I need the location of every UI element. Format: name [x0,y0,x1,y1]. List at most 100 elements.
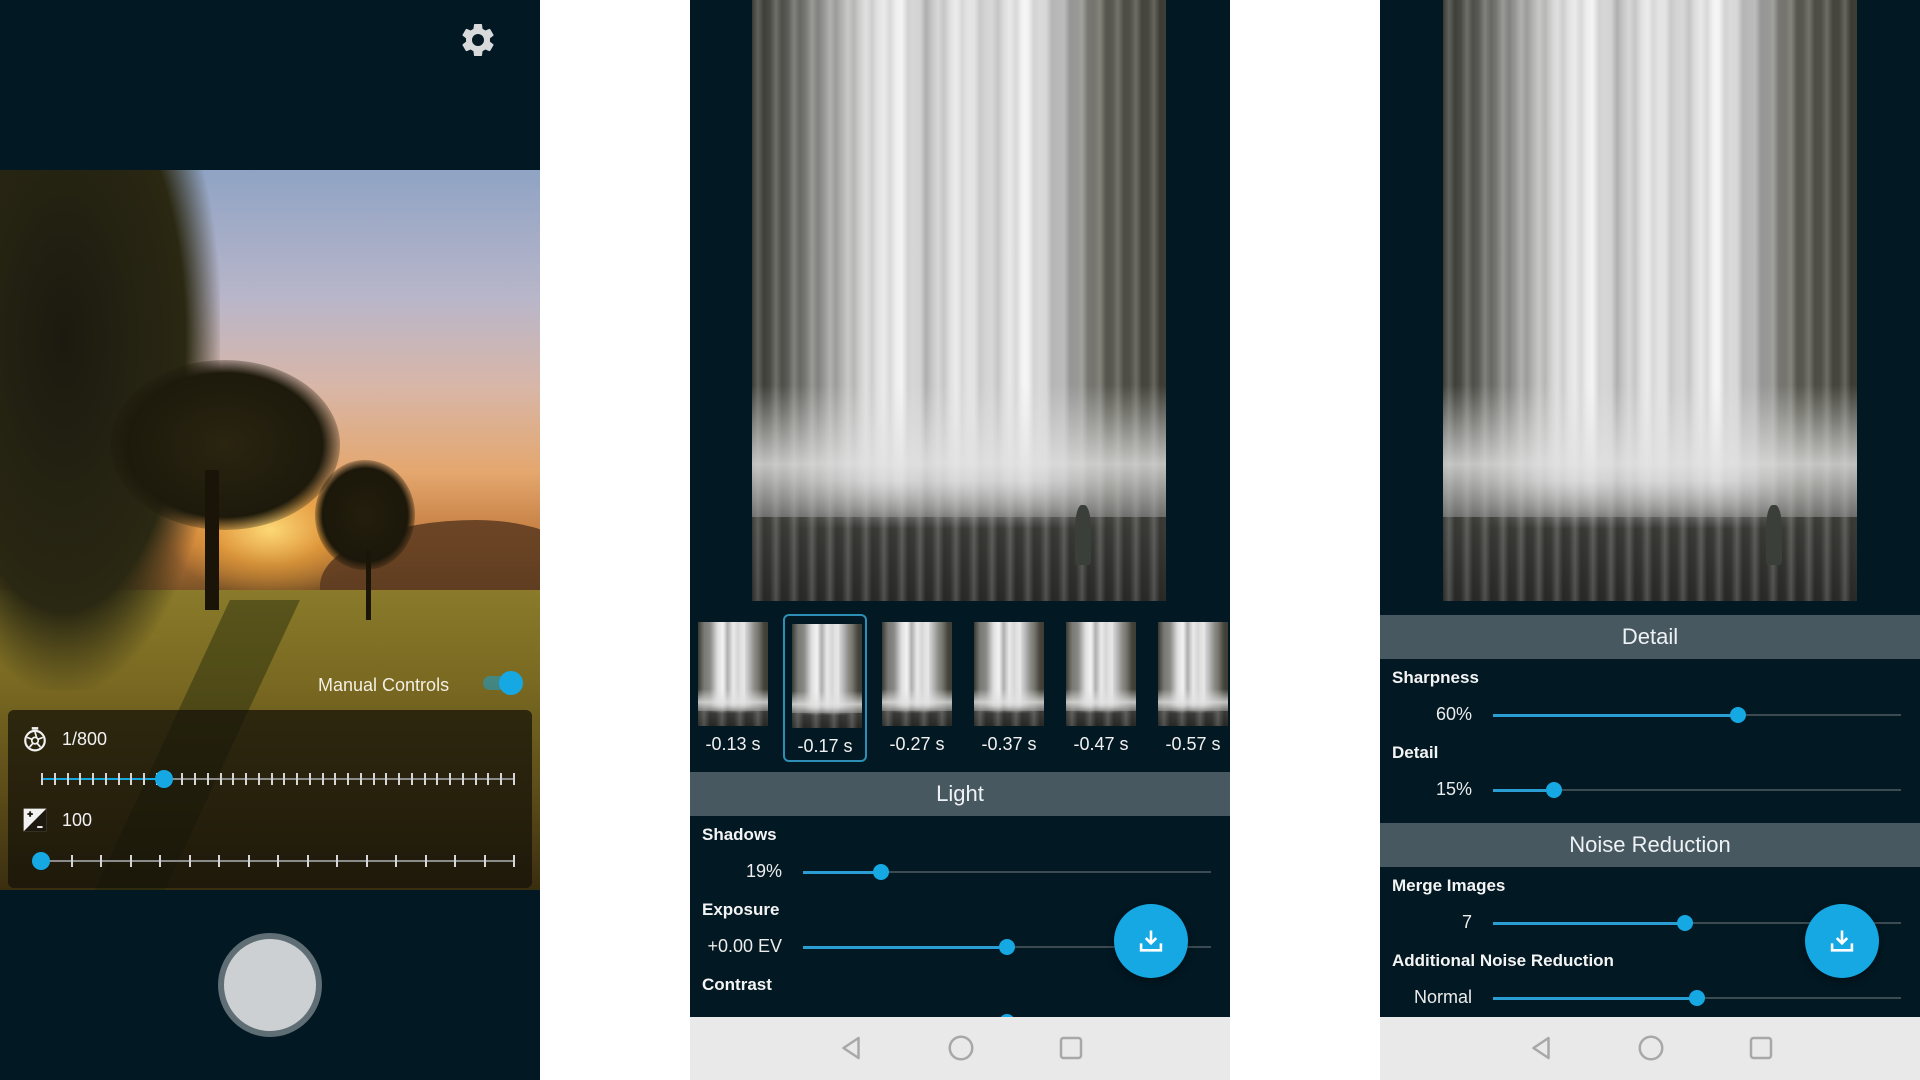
setting-label: Shadows [702,825,777,844]
waterfall-mist [698,688,768,712]
camera-screen: Manual Controls 1/800 100 [0,0,540,1080]
slider-thumb[interactable] [1689,990,1705,1006]
slider-tick [336,855,338,867]
slider-tick [365,855,368,867]
shutter-speed-row: 1/800 [22,726,107,752]
slider-thumb[interactable] [1676,915,1693,931]
setting-value: 15% [1435,779,1472,799]
slider-thumb[interactable] [155,770,174,788]
slider-tick [321,773,324,785]
slider-thumb[interactable] [32,852,50,870]
setting-label: Exposure [702,900,780,919]
slider-tick [423,773,426,785]
person-figure [1765,504,1783,565]
detail-settings-screen: Detail Noise Reduction Sharpness 60% Detai… [1380,0,1920,1080]
section-header-light: Light [690,772,1230,816]
iso-slider[interactable] [32,851,515,871]
recents-icon[interactable] [1746,1033,1776,1063]
waterfall-mist [1158,688,1228,712]
iso-value: 100 [62,809,93,830]
slider-tick [206,773,209,785]
slider-tick [53,773,56,785]
section-header-detail: Detail [1380,615,1920,659]
manual-controls-panel: 1/800 100 [8,710,532,888]
manual-controls-toggle[interactable] [483,671,525,695]
waterfall-mist [882,688,952,712]
frame-thumbnail[interactable]: -0.47 s [1059,614,1143,762]
slider-thumb[interactable] [872,864,889,880]
gear-icon[interactable] [458,20,498,60]
setting-slider[interactable] [803,862,1211,882]
slider-tick [372,773,375,785]
slider-tick [247,855,250,867]
slider-tick [359,773,362,785]
home-icon[interactable] [1636,1033,1666,1063]
person-figure [1074,504,1092,565]
slider-tick [188,855,191,867]
shutter-speed-slider[interactable] [41,769,515,789]
save-fab-button[interactable] [1114,904,1188,978]
toggle-thumb [499,671,523,695]
slider-tick [474,773,477,785]
download-icon [1139,930,1163,952]
slider-thumb[interactable] [1729,707,1746,723]
back-icon[interactable] [836,1033,866,1063]
frame-time-label: -0.57 s [1165,734,1221,754]
frame-thumbnail[interactable]: -0.17 s [783,614,867,762]
setting-value: 60% [1435,704,1472,724]
slider-tick [70,855,73,867]
frame-thumbnail[interactable]: -0.37 s [967,614,1051,762]
shutter-speed-value: 1/800 [62,728,108,749]
slider-tick [306,855,309,867]
setting-label: Merge Images [1392,876,1506,895]
slider-tick [232,773,235,785]
home-icon[interactable] [946,1033,976,1063]
slider-tick [104,773,107,785]
slider-tick [487,773,490,785]
slider-tick [277,855,279,867]
slider-tick [347,773,350,785]
setting-value: Normal [1413,987,1472,1007]
section-header-noise-reduction: Noise Reduction [1380,823,1920,867]
slider-tick [130,773,133,785]
frame-thumbnail[interactable]: -0.27 s [875,614,959,762]
frame-thumbnail[interactable]: -0.57 s [1151,614,1230,762]
slider-tick [92,773,95,785]
slider-tick [66,773,69,785]
slider-tick [181,773,184,785]
slider-fill [1493,789,1555,792]
slider-fill [1493,714,1738,717]
slider-tick [270,773,273,785]
slider-tick [410,773,413,785]
waterfall-mist [752,384,1166,517]
frame-thumbnail-image [1158,622,1228,726]
frame-thumbnail-strip[interactable]: -0.13 s -0.17 s -0.27 s -0.37 s -0.47 s -0.57… [690,608,1230,768]
setting-value: 19% [745,861,782,881]
waterfall-preview-image [752,0,1166,601]
slider-thumb[interactable] [999,939,1015,955]
capture-button[interactable] [218,933,322,1037]
recents-icon[interactable] [1056,1033,1086,1063]
tree [110,360,340,530]
setting-slider[interactable] [1493,988,1901,1008]
save-fab-button[interactable] [1805,904,1879,978]
slider-tick [424,855,427,867]
setting-slider[interactable] [1493,780,1901,800]
slider-tick [194,773,197,785]
slider-tick [461,773,464,785]
waterfall-mist [974,688,1044,712]
shutter-timer-icon [24,727,46,752]
tree-trunk [205,470,219,610]
waterfall-mist [792,690,862,714]
setting-label: Additional Noise Reduction [1392,951,1614,970]
slider-thumb[interactable] [1546,782,1563,798]
setting-label: Contrast [702,975,772,994]
back-icon[interactable] [1526,1033,1556,1063]
setting-label: Sharpness [1392,668,1479,687]
frame-thumbnail-image [882,622,952,726]
setting-slider[interactable] [1493,705,1901,725]
slider-tick [257,773,260,785]
frame-thumbnail[interactable]: -0.13 s [691,614,775,762]
slider-tick [283,773,286,785]
slider-tick [334,773,337,785]
